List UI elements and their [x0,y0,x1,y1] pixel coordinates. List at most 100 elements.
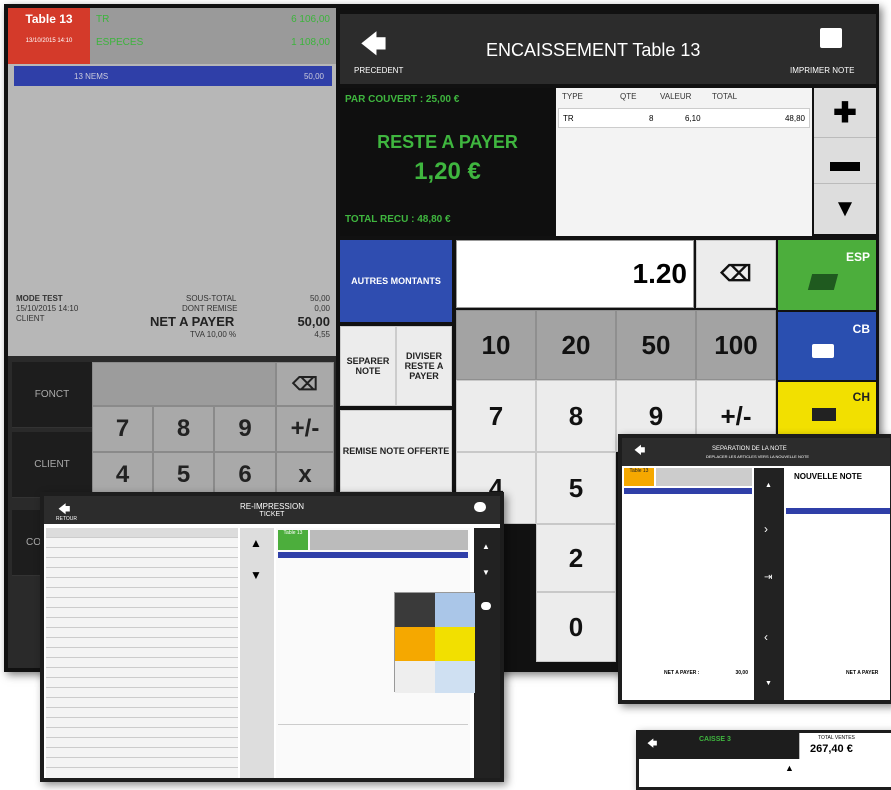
back-label[interactable]: PRECEDENT [354,66,403,75]
back-arrow-icon[interactable]: 🡄 [647,737,657,754]
key-2[interactable]: 2 [536,524,616,592]
left-key-7[interactable]: 7 [92,406,153,452]
cheque-icon [812,408,836,421]
list-item[interactable] [46,658,238,668]
list-item[interactable] [46,738,238,748]
backspace-icon: ⌫ [720,261,752,286]
back-arrow-icon[interactable]: 🡄 [634,442,645,461]
list-item[interactable] [46,558,238,568]
split-note-button[interactable]: SEPARER NOTE [340,326,396,406]
left-key-plusminus[interactable]: +/- [276,406,334,452]
key-10[interactable]: 10 [456,310,536,380]
list-item[interactable] [46,588,238,598]
split-selected-line[interactable] [624,488,752,494]
key-20[interactable]: 20 [536,310,616,380]
list-item[interactable] [46,708,238,718]
key-0[interactable]: 0 [536,592,616,662]
list-item[interactable] [46,568,238,578]
subtotal-value: 50,00 [309,294,330,303]
other-amounts-button[interactable]: AUTRES MONTANTS [340,240,452,322]
ticket-summary [310,530,468,550]
chevron-right-icon[interactable]: › [764,522,768,536]
key-5[interactable]: 5 [536,452,616,524]
divide-remaining-button[interactable]: DIVISER RESTE A PAYER [396,326,452,406]
arrow-down-icon[interactable]: ▼ [765,680,772,687]
left-backspace-button[interactable]: ⌫ [276,362,334,406]
key-100[interactable]: 100 [696,310,776,380]
list-item[interactable] [46,758,238,768]
print-icon[interactable] [481,602,491,610]
move-icon[interactable]: ⇥ [764,572,772,583]
popup-option-blue[interactable] [435,593,475,627]
print-icon[interactable] [474,502,486,512]
left-key-8[interactable]: 8 [153,406,214,452]
payment-value-2: 1 108,00 [291,37,330,48]
list-item[interactable] [46,688,238,698]
left-key-9[interactable]: 9 [214,406,276,452]
list-item[interactable] [46,628,238,638]
list-item[interactable] [46,638,238,648]
split-summary [656,468,752,486]
table-badge[interactable]: Table 13 13/10/2015 14:10 [8,8,90,64]
list-item[interactable] [46,608,238,618]
pay-cheque-button[interactable]: CH [778,382,876,434]
arrow-up-icon[interactable]: ▲ [765,482,772,489]
backspace-icon: ⌫ [292,373,318,394]
pay-cash-button[interactable]: ESP [778,240,876,310]
plus-icon[interactable]: ✚ [814,88,876,138]
pay-card-button[interactable]: CB [778,312,876,380]
list-item[interactable] [46,748,238,758]
back-arrow-icon[interactable]: 🡄 [360,26,387,70]
popup-option-dark[interactable] [395,593,435,627]
popup-option-orange[interactable] [395,627,435,661]
pay-cash-label: ESP [845,250,870,264]
key-7[interactable]: 7 [456,380,536,452]
list-item[interactable] [46,718,238,728]
discount-note-button[interactable]: REMISE NOTE OFFERTE [340,410,452,492]
print-icon[interactable] [820,28,842,48]
split-table-badge: Table 13 [624,468,654,486]
ticket-selected-line[interactable] [278,552,468,558]
order-line-selected[interactable]: 13 NEMS 50,00 [14,66,332,86]
list-item[interactable] [46,698,238,708]
client-button[interactable]: CLIENT [12,432,92,498]
backspace-button[interactable]: ⌫ [696,240,776,308]
list-item[interactable] [46,618,238,628]
arrow-up-icon[interactable]: ▲ [482,542,490,551]
popup-option-lightblue[interactable] [435,661,475,693]
col-qty: QTE [620,92,637,101]
list-item[interactable] [46,578,238,588]
list-item[interactable] [46,538,238,548]
split-net-right-label: NET A PAYER [846,670,879,676]
row-type: TR [563,114,574,123]
net-value: 50,00 [297,314,330,329]
popup-option-yellow[interactable] [435,627,475,661]
list-item[interactable] [46,648,238,658]
arrow-up-icon[interactable]: ▲ [785,763,794,773]
total-received: TOTAL RECU : 48,80 € [345,214,451,225]
list-item[interactable] [46,548,238,558]
print-label[interactable]: IMPRIMER NOTE [790,66,854,75]
list-item[interactable] [46,728,238,738]
list-item[interactable] [46,668,238,678]
amount-input[interactable]: 1.20 [456,240,694,308]
ticket-list[interactable] [46,528,238,778]
popup-option-grey[interactable] [395,661,435,693]
list-item[interactable] [46,678,238,688]
arrow-down-icon[interactable]: ▼ [482,568,490,577]
arrow-down-icon[interactable]: ▼ [250,568,262,582]
new-note-selected-line[interactable] [786,508,890,514]
new-note-list[interactable]: NOUVELLE NOTE NET A PAYER [786,468,890,700]
list-item[interactable] [46,598,238,608]
fonct-button[interactable]: FONCT [12,362,92,428]
table-row[interactable]: TR 8 6,10 48,80 [558,108,810,128]
key-8[interactable]: 8 [536,380,616,452]
current-note-list[interactable]: Table 13 NET A PAYER : 30,00 [624,468,752,700]
payment-type-1: TR [96,14,110,25]
minus-icon[interactable]: ▬ [814,140,876,184]
chevron-left-icon[interactable]: ‹ [764,630,768,644]
mini-total: TOTAL VENTES 267,40 € [799,733,891,759]
arrow-up-icon[interactable]: ▲ [250,536,262,550]
arrow-down-icon[interactable]: ▼ [814,186,876,232]
key-50[interactable]: 50 [616,310,696,380]
